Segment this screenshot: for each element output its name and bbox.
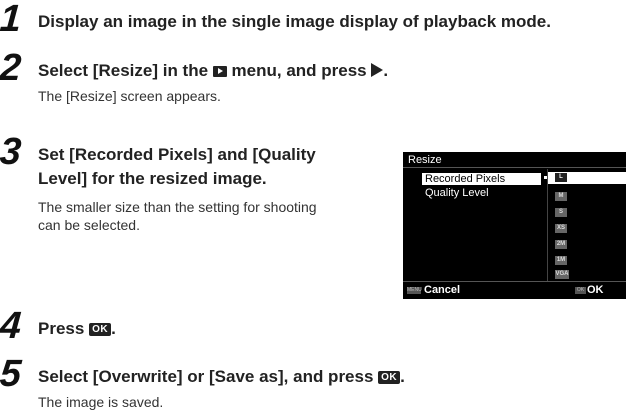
step-2: 2 Select [Resize] in the menu, and press… bbox=[0, 47, 626, 104]
ok-key-icon: OK bbox=[575, 287, 586, 294]
step-number: 5 bbox=[0, 353, 23, 395]
cancel-label[interactable]: Cancel bbox=[424, 284, 460, 296]
step-title-end: . bbox=[400, 367, 405, 386]
screen-footer: MENU Cancel OK OK bbox=[403, 281, 626, 299]
step-title-line1: Set [Recorded Pixels] and [Quality bbox=[38, 145, 316, 164]
size-option[interactable]: 2M bbox=[555, 240, 567, 249]
ok-label[interactable]: OK bbox=[587, 284, 604, 296]
step-number: 1 bbox=[0, 0, 23, 40]
playback-menu-icon bbox=[212, 66, 227, 77]
step-number: 3 bbox=[0, 131, 23, 173]
step-5: 5 Select [Overwrite] or [Save as], and p… bbox=[0, 353, 626, 416]
divider bbox=[547, 169, 548, 281]
step-description: The [Resize] screen appears. bbox=[38, 88, 221, 104]
step-description-line2: can be selected. bbox=[38, 217, 140, 233]
step-title-part: Press bbox=[38, 319, 85, 338]
size-option[interactable]: XS bbox=[555, 224, 567, 233]
screen-title: Resize bbox=[408, 154, 442, 166]
step-4: 4 Press OK. bbox=[0, 305, 626, 347]
step-title: Display an image in the single image dis… bbox=[38, 12, 551, 31]
size-option[interactable]: VGA bbox=[555, 270, 569, 279]
size-option[interactable]: S bbox=[555, 208, 567, 217]
size-option[interactable]: M bbox=[555, 192, 567, 201]
step-title-part: Select [Resize] in the bbox=[38, 61, 209, 80]
selection-bullet bbox=[544, 176, 547, 179]
size-option[interactable]: 1M bbox=[555, 256, 567, 265]
resize-screen: Resize Recorded Pixels Quality Level L M… bbox=[403, 152, 626, 299]
menu-key-icon: MENU bbox=[407, 287, 422, 294]
right-arrow-icon bbox=[371, 63, 384, 77]
step-title-line2: Level] for the resized image. bbox=[38, 169, 267, 188]
step-number: 4 bbox=[0, 305, 23, 347]
size-option-label: L bbox=[555, 173, 567, 182]
step-1: 1 Display an image in the single image d… bbox=[0, 0, 626, 40]
ok-button-icon: OK bbox=[89, 323, 112, 336]
divider bbox=[403, 167, 626, 168]
step-description: The image is saved. bbox=[38, 394, 164, 410]
step-3: 3 Set [Recorded Pixels] and [Quality Lev… bbox=[0, 131, 400, 243]
step-title-part: menu, and press bbox=[231, 61, 367, 80]
menu-item-quality-level[interactable]: Quality Level bbox=[425, 187, 489, 199]
step-title-part: Select [Overwrite] or [Save as], and pre… bbox=[38, 367, 374, 386]
step-description-line1: The smaller size than the setting for sh… bbox=[38, 199, 317, 215]
step-title: Select [Overwrite] or [Save as], and pre… bbox=[38, 367, 405, 387]
step-title-end: . bbox=[111, 319, 116, 338]
menu-item-recorded-pixels[interactable]: Recorded Pixels bbox=[422, 173, 541, 185]
ok-button-icon: OK bbox=[378, 371, 401, 384]
step-title: Select [Resize] in the menu, and press . bbox=[38, 61, 388, 81]
step-title: Press OK. bbox=[38, 319, 116, 339]
step-title-end: . bbox=[383, 61, 389, 80]
size-option-selected[interactable]: L bbox=[548, 172, 626, 184]
step-number: 2 bbox=[0, 47, 23, 89]
